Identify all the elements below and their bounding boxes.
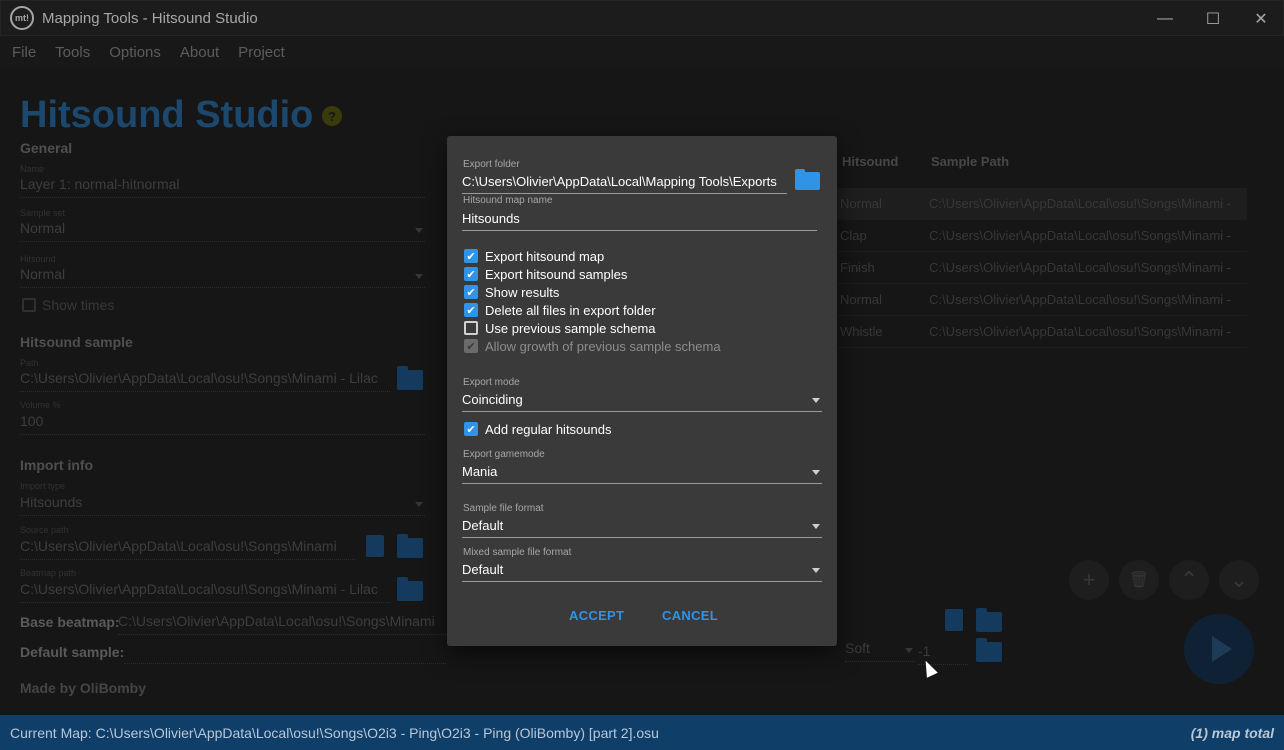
map-name-label: Hitsound map name: [463, 195, 553, 206]
option-label: Delete all files in export folder: [485, 302, 656, 318]
cancel-button[interactable]: CANCEL: [662, 608, 718, 623]
export-gamemode-select[interactable]: Mania: [462, 464, 822, 484]
export-mode-value: Coinciding: [462, 392, 523, 407]
export-gamemode-label: Export gamemode: [463, 449, 545, 460]
option-label: Allow growth of previous sample schema: [485, 338, 721, 354]
chevron-down-icon: [812, 568, 820, 573]
chevron-down-icon: [812, 524, 820, 529]
option-label: Add regular hitsounds: [485, 421, 612, 437]
chevron-down-icon: [812, 398, 820, 403]
show-results-option[interactable]: ✔ Show results: [464, 283, 559, 301]
export-mode-select[interactable]: Coinciding: [462, 392, 822, 412]
export-folder-label: Export folder: [463, 159, 520, 170]
sample-format-value: Default: [462, 518, 504, 533]
map-total-text: (1) map total: [1190, 724, 1274, 741]
checkbox-checked-icon[interactable]: ✔: [464, 303, 478, 317]
export-dialog: Export folder C:\Users\Olivier\AppData\L…: [447, 136, 837, 646]
checkbox-checked-icon[interactable]: ✔: [464, 285, 478, 299]
option-label: Export hitsound samples: [485, 266, 628, 282]
mixed-format-value: Default: [462, 562, 504, 577]
current-map-text: Current Map: C:\Users\Olivier\AppData\Lo…: [10, 724, 659, 741]
add-regular-hitsounds-option[interactable]: ✔ Add regular hitsounds: [464, 420, 611, 438]
folder-icon[interactable]: [795, 169, 820, 190]
status-bar: Current Map: C:\Users\Olivier\AppData\Lo…: [0, 715, 1284, 750]
export-hitsound-samples-option[interactable]: ✔ Export hitsound samples: [464, 265, 627, 283]
sample-format-select[interactable]: Default: [462, 518, 822, 538]
map-name-field[interactable]: Hitsounds: [462, 211, 817, 231]
checkbox-unchecked-icon[interactable]: [464, 321, 478, 335]
chevron-down-icon: [812, 470, 820, 475]
allow-growth-option: ✔ Allow growth of previous sample schema: [464, 337, 721, 355]
checkbox-checked-icon[interactable]: ✔: [464, 249, 478, 263]
checkbox-checked-icon[interactable]: ✔: [464, 422, 478, 436]
export-folder-field[interactable]: C:\Users\Olivier\AppData\Local\Mapping T…: [462, 174, 787, 194]
use-previous-sample-schema-option[interactable]: Use previous sample schema: [464, 319, 656, 337]
export-hitsound-map-option[interactable]: ✔ Export hitsound map: [464, 247, 604, 265]
export-mode-label: Export mode: [463, 377, 520, 388]
sample-format-label: Sample file format: [463, 503, 544, 514]
option-label: Show results: [485, 284, 560, 300]
mixed-format-select[interactable]: Default: [462, 562, 822, 582]
mixed-format-label: Mixed sample file format: [463, 547, 572, 558]
export-gamemode-value: Mania: [462, 464, 498, 479]
checkbox-checked-icon[interactable]: ✔: [464, 267, 478, 281]
delete-all-files-option[interactable]: ✔ Delete all files in export folder: [464, 301, 656, 319]
accept-button[interactable]: ACCEPT: [569, 608, 624, 623]
option-label: Use previous sample schema: [485, 320, 656, 336]
option-label: Export hitsound map: [485, 248, 605, 264]
checkbox-disabled-icon: ✔: [464, 339, 478, 353]
